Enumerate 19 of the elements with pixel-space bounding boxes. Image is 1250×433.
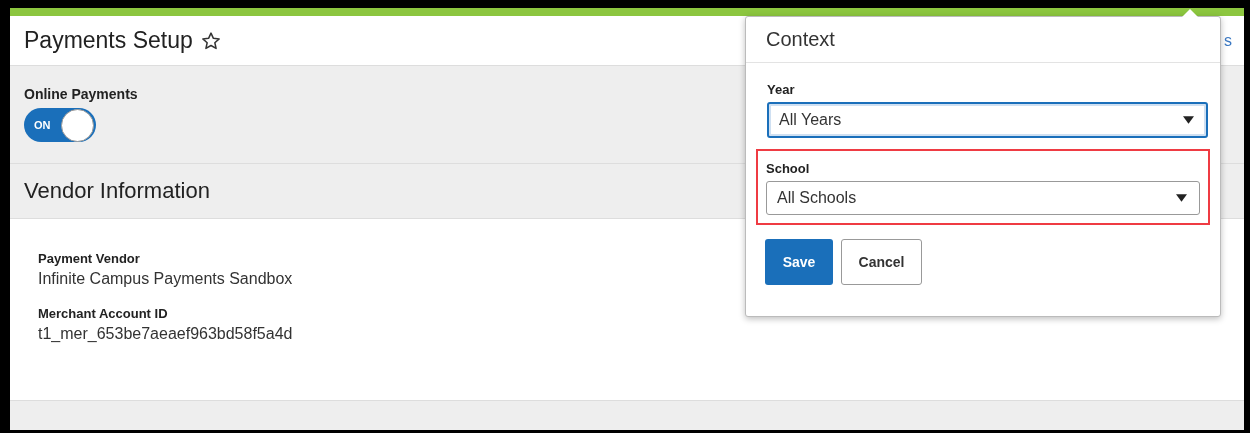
star-icon[interactable] [200,30,221,51]
field-value: Infinite Campus Payments Sandbox [38,270,293,288]
header-link[interactable]: s [1224,31,1232,50]
dropdown-field[interactable]: All Schools [766,181,1200,215]
dropdown-field[interactable]: All Years [767,102,1208,138]
section-heading: Vendor Information [24,178,210,204]
page-title: Payments Setup [24,27,193,54]
field-label: Online Payments [24,86,138,102]
field-label: Merchant Account ID [38,306,168,321]
popover-title: Context [766,28,835,51]
cancel-button[interactable]: Cancel [841,239,922,285]
field-label: School [766,161,810,176]
toggle-switch[interactable]: ON [24,108,96,142]
field-label: Year [767,82,795,97]
field-value: t1_mer_653be7aeaef963bd58f5a4d [38,325,293,343]
save-button[interactable]: Save [765,239,833,285]
caret-icon [1176,194,1187,202]
field-label: Payment Vendor [38,251,140,266]
caret-icon [1183,116,1194,124]
